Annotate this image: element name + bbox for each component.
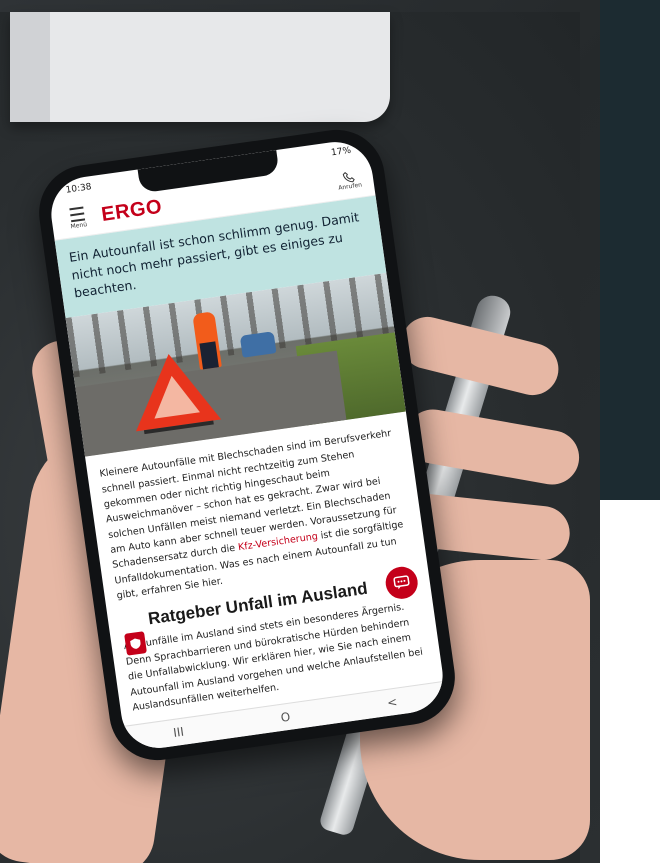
- phone-screen: 10:38 17% Menü ERGO Anrufen Ein Autounfa…: [46, 137, 448, 753]
- ergo-logo[interactable]: ERGO: [100, 195, 164, 226]
- recents-button[interactable]: III: [172, 725, 184, 740]
- laptop-corner: [10, 12, 390, 122]
- menu-button[interactable]: Menü: [62, 205, 93, 231]
- home-button[interactable]: O: [280, 710, 291, 725]
- call-button[interactable]: Anrufen: [336, 169, 362, 191]
- car: [239, 331, 277, 359]
- status-battery: 17%: [330, 145, 352, 159]
- menu-label: Menü: [70, 221, 88, 231]
- chat-icon: [393, 575, 410, 590]
- hamburger-menu-icon: [69, 206, 86, 223]
- warning-triangle-icon: [136, 354, 222, 435]
- back-button[interactable]: <: [386, 695, 398, 710]
- call-label: Anrufen: [337, 181, 363, 192]
- shield-icon: [130, 638, 141, 649]
- privacy-shield-button[interactable]: [124, 631, 147, 656]
- hero-photo: 10:38 17% Menü ERGO Anrufen Ein Autounfa…: [0, 0, 600, 863]
- status-time: 10:38: [65, 182, 93, 196]
